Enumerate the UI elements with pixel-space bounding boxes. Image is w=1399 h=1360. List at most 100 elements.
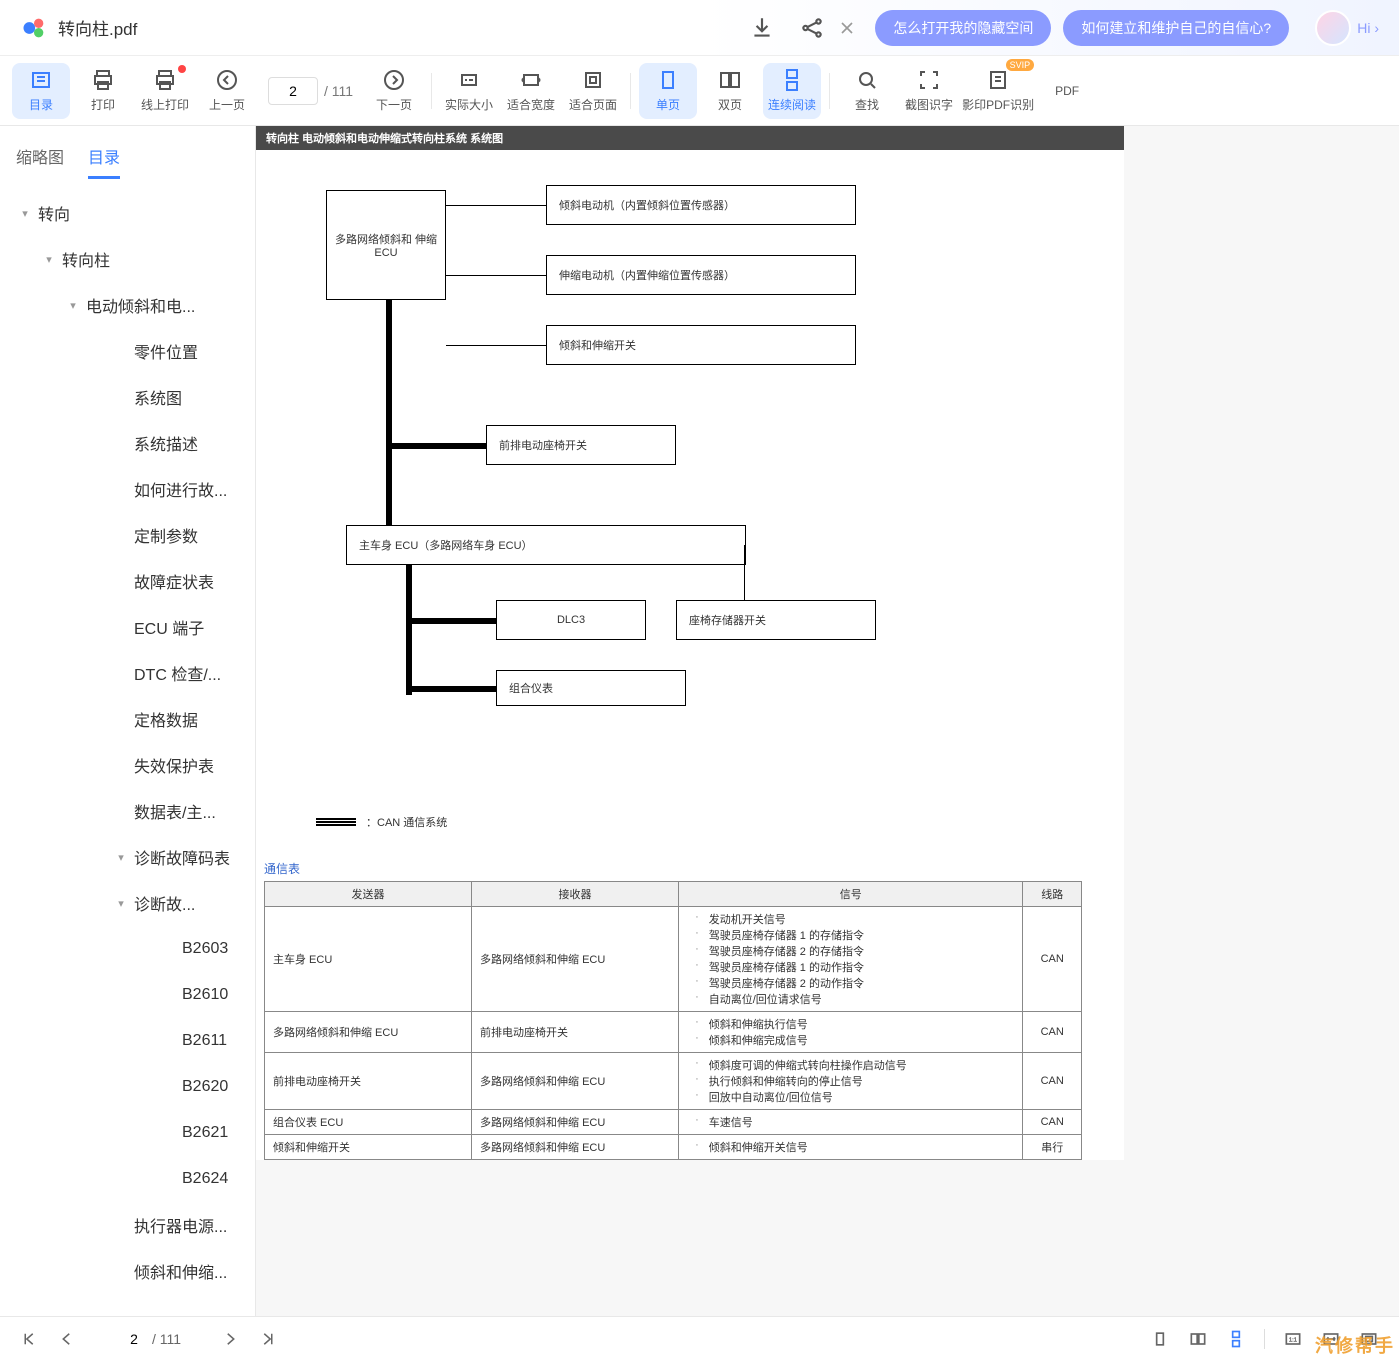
suggestion-pill-1[interactable]: 怎么打开我的隐藏空间	[875, 10, 1051, 46]
outline-item[interactable]: ▾ 转向柱	[6, 236, 255, 282]
toolbar: 目录 打印 线上打印 上一页 / 111 下一页 实际大小 适合宽度 适合页面 …	[0, 56, 1399, 126]
outline-item[interactable]: ▾ 诊断故...	[6, 880, 255, 926]
table-header: 接收器	[472, 882, 679, 907]
page-indicator: / 111	[268, 77, 353, 105]
table-row: 主车身 ECU多路网络倾斜和伸缩 ECU·发动机开关信号·驾驶员座椅存储器 1 …	[265, 907, 1082, 1012]
continuous-icon	[780, 68, 804, 92]
outline-item[interactable]: ▾ 转向	[6, 190, 255, 236]
prev-icon[interactable]	[58, 1330, 76, 1348]
filename: 转向柱.pdf	[58, 15, 137, 40]
single-page-icon	[656, 68, 680, 92]
sidebar: 缩略图 目录 ▾ 转向 ▾ 转向柱 ▾电动倾斜和电...零件位置系统图系统描述如何进行故…	[0, 126, 256, 1316]
download-icon[interactable]	[749, 15, 775, 41]
tool-ocr-snip[interactable]: 截图识字	[900, 63, 958, 119]
outline-item[interactable]: 系统图	[6, 374, 255, 420]
notification-dot-icon	[178, 65, 186, 73]
two-page-icon	[718, 68, 742, 92]
snip-icon	[917, 68, 941, 92]
box-tilt-ecu: 多路网络倾斜和 伸缩 ECU	[326, 190, 446, 300]
system-diagram: 多路网络倾斜和 伸缩 ECU 倾斜电动机（内置倾斜位置传感器） 伸缩电动机（内置…	[256, 150, 1124, 850]
tool-print[interactable]: 打印	[74, 63, 132, 119]
outline-item[interactable]: B2603	[6, 926, 255, 972]
tool-next-page[interactable]: 下一页	[365, 63, 423, 119]
tool-continuous[interactable]: 连续阅读	[763, 63, 821, 119]
box-dlc3: DLC3	[496, 600, 646, 640]
tool-prev-page[interactable]: 上一页	[198, 63, 256, 119]
chevron-down-icon[interactable]: ▾	[40, 253, 58, 266]
view-single-icon[interactable]	[1150, 1329, 1170, 1349]
outline-item[interactable]: 零件位置	[6, 328, 255, 374]
tool-pdf-more[interactable]: PDF	[1038, 63, 1096, 119]
next-icon[interactable]	[221, 1330, 239, 1348]
pdf-viewport[interactable]: 转向柱 电动倾斜和电动伸缩式转向柱系统 系统图 多路网络倾斜和 伸缩 ECU 倾…	[256, 126, 1399, 1316]
chevron-down-icon[interactable]: ▾	[16, 207, 34, 220]
table-row: 多路网络倾斜和伸缩 ECU前排电动座椅开关·倾斜和伸缩执行信号·倾斜和伸缩完成信…	[265, 1012, 1082, 1053]
outline-item[interactable]: B2624	[6, 1156, 255, 1202]
page-number-input[interactable]	[268, 77, 318, 105]
outline-label: 转向柱	[62, 247, 110, 271]
outline-item[interactable]: B2610	[6, 972, 255, 1018]
outline-label: 系统描述	[134, 431, 198, 455]
chevron-down-icon[interactable]: ▾	[112, 851, 130, 864]
outline-item[interactable]: ECU 端子	[6, 604, 255, 650]
outline-label: B2603	[182, 940, 228, 958]
outline-label: B2611	[182, 1032, 227, 1050]
tool-fit-width[interactable]: 适合宽度	[502, 63, 560, 119]
tab-outline[interactable]: 目录	[88, 136, 120, 179]
last-page-icon[interactable]	[259, 1330, 277, 1348]
bottom-page-input[interactable]	[116, 1331, 152, 1347]
tool-outline[interactable]: 目录	[12, 63, 70, 119]
tool-two-page[interactable]: 双页	[701, 63, 759, 119]
outline-item[interactable]: ▾诊断故障码表	[6, 834, 255, 880]
outline-item[interactable]: 定格数据	[6, 696, 255, 742]
outline-label: 诊断故...	[134, 891, 195, 915]
outline-item[interactable]: 定制参数	[6, 512, 255, 558]
close-suggestions-icon[interactable]	[837, 18, 857, 38]
tool-search[interactable]: 查找	[838, 63, 896, 119]
cloud-print-icon	[153, 68, 177, 92]
actual-size-icon	[457, 68, 481, 92]
outline-item[interactable]: B2620	[6, 1064, 255, 1110]
outline-label: 转向	[38, 201, 70, 225]
outline-item[interactable]: B2621	[6, 1110, 255, 1156]
outline-item[interactable]: 倾斜和伸缩...	[6, 1248, 255, 1294]
outline-tree[interactable]: ▾ 转向 ▾ 转向柱 ▾电动倾斜和电...零件位置系统图系统描述如何进行故...定制参数…	[0, 180, 255, 1316]
tool-fit-page[interactable]: 适合页面	[564, 63, 622, 119]
outline-label: DTC 检查/...	[134, 661, 221, 685]
app-logo-icon	[20, 14, 48, 42]
first-page-icon[interactable]	[20, 1330, 38, 1348]
share-icon[interactable]	[799, 15, 825, 41]
zoom-11-icon[interactable]: 1:1	[1283, 1329, 1303, 1349]
box-tilt-motor: 倾斜电动机（内置倾斜位置传感器）	[546, 185, 856, 225]
outline-label: ECU 端子	[134, 615, 204, 639]
outline-item[interactable]: 系统描述	[6, 420, 255, 466]
outline-item[interactable]: 故障症状表	[6, 558, 255, 604]
table-header: 信号	[679, 882, 1023, 907]
outline-item[interactable]: DTC 检查/...	[6, 650, 255, 696]
outline-label: B2621	[182, 1124, 228, 1142]
outline-label: 执行器电源...	[134, 1213, 227, 1237]
watermark: 汽修帮手	[1315, 1332, 1395, 1358]
outline-item[interactable]: ▾电动倾斜和电...	[6, 282, 255, 328]
table-row: 组合仪表 ECU多路网络倾斜和伸缩 ECU·车速信号CAN	[265, 1110, 1082, 1135]
outline-item[interactable]: B2611	[6, 1018, 255, 1064]
chevron-down-icon[interactable]: ▾	[112, 897, 130, 910]
tool-pdf-ocr[interactable]: SVIP影印PDF识别	[962, 63, 1034, 119]
tool-single-page[interactable]: 单页	[639, 63, 697, 119]
outline-label: 数据表/主...	[134, 799, 216, 823]
chevron-down-icon[interactable]: ▾	[64, 299, 82, 312]
outline-label: 系统图	[134, 385, 182, 409]
box-tele-motor: 伸缩电动机（内置伸缩位置传感器）	[546, 255, 856, 295]
view-two-icon[interactable]	[1188, 1329, 1208, 1349]
avatar-badge[interactable]: Hi ›	[1315, 10, 1379, 46]
tool-online-print[interactable]: 线上打印	[136, 63, 194, 119]
suggestion-pill-2[interactable]: 如何建立和维护自己的自信心?	[1063, 10, 1289, 46]
view-continuous-icon[interactable]	[1226, 1329, 1246, 1349]
outline-item[interactable]: 如何进行故...	[6, 466, 255, 512]
outline-item[interactable]: 失效保护表	[6, 742, 255, 788]
outline-item[interactable]: 数据表/主...	[6, 788, 255, 834]
tool-actual-size[interactable]: 实际大小	[440, 63, 498, 119]
tab-thumbnails[interactable]: 缩略图	[16, 136, 64, 179]
table-header: 线路	[1023, 882, 1082, 907]
outline-item[interactable]: 执行器电源...	[6, 1202, 255, 1248]
